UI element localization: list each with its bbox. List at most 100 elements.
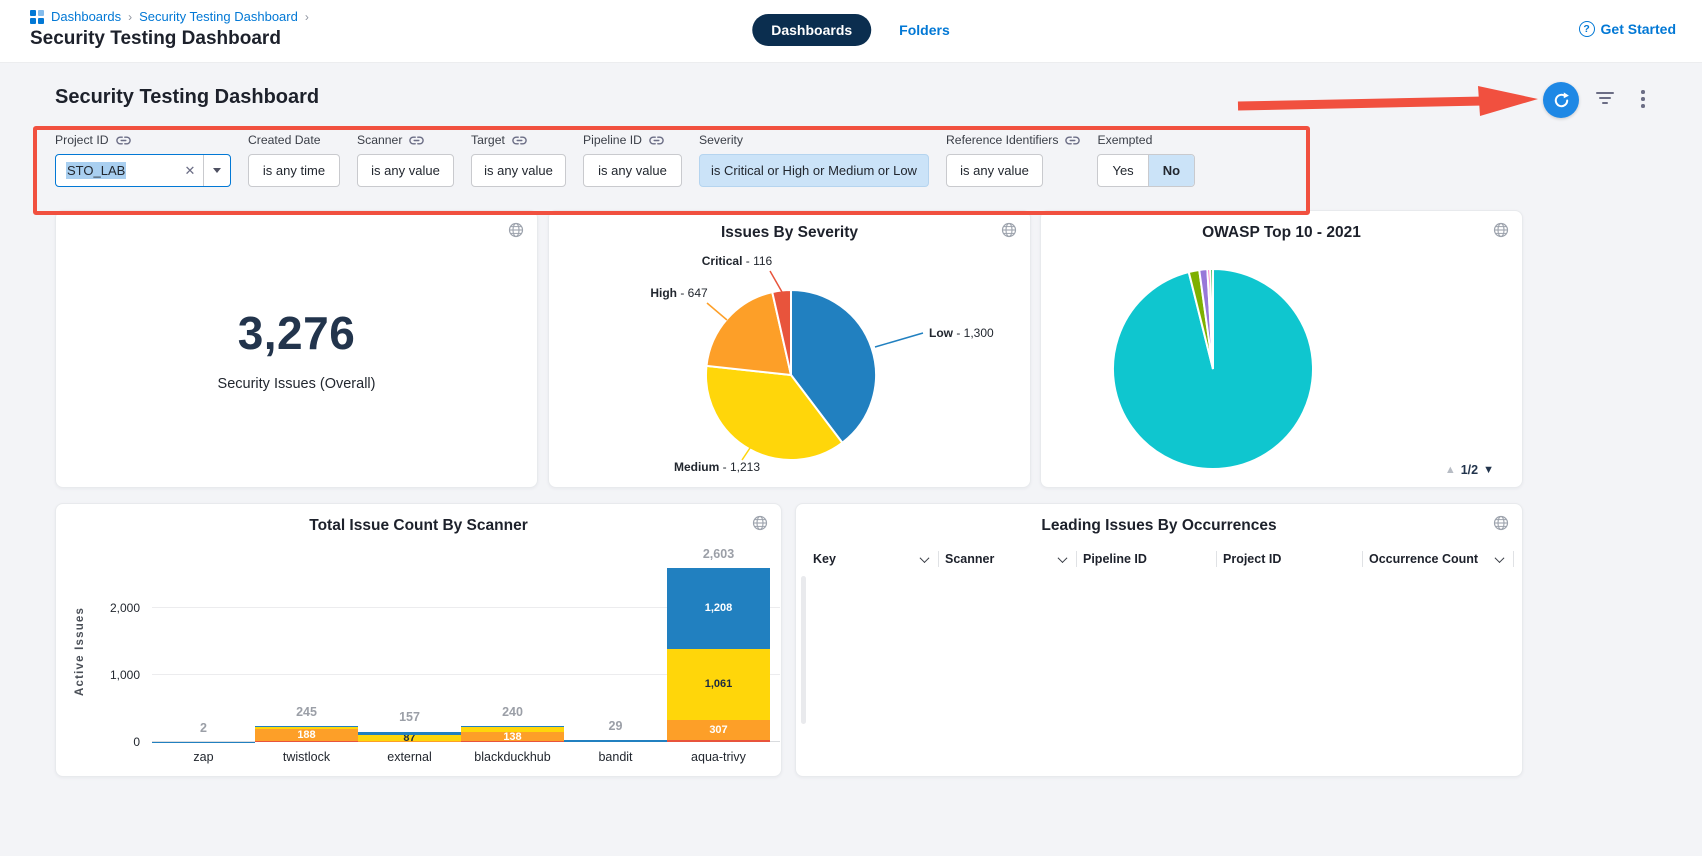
breadcrumb: Dashboards › Security Testing Dashboard …: [30, 9, 309, 24]
chart-title-by-scanner: Total Issue Count By Scanner: [56, 517, 781, 535]
bar-total-label: 2: [152, 721, 255, 735]
bar-total-label: 29: [564, 719, 667, 733]
total-issues-value: 3,276: [238, 306, 356, 360]
sort-chevron-icon[interactable]: [920, 553, 930, 563]
filter-scanner-label: Scanner: [357, 133, 402, 147]
column-label: Occurrence Count: [1369, 552, 1478, 566]
link-icon[interactable]: [1065, 136, 1080, 145]
filter-severity-label: Severity: [699, 133, 743, 147]
scanner-bar-chart[interactable]: 01,0002,0002zap188245twistlock87157exter…: [152, 554, 770, 742]
bar-zap[interactable]: 2zap: [152, 554, 255, 742]
column-header-key[interactable]: Key: [807, 551, 939, 567]
link-icon[interactable]: [512, 136, 527, 145]
pager-down-icon[interactable]: ▼: [1483, 464, 1494, 476]
tab-folders[interactable]: Folders: [899, 22, 950, 38]
link-icon[interactable]: [116, 136, 131, 145]
bar-total-label: 2,603: [667, 547, 770, 561]
clear-icon[interactable]: ✕: [177, 163, 203, 179]
page-title: Security Testing Dashboard: [30, 28, 281, 50]
bar-bandit[interactable]: 29bandit: [564, 554, 667, 742]
link-icon[interactable]: [409, 136, 424, 145]
owasp-pager: ▲ 1/2 ▼: [1445, 463, 1494, 477]
pipeline-id-value[interactable]: is any value: [583, 154, 682, 187]
dashboard-filter-button[interactable]: [1596, 92, 1614, 107]
breadcrumb-current-dashboard[interactable]: Security Testing Dashboard: [139, 9, 298, 24]
bar-total-label: 240: [461, 705, 564, 719]
segment-low[interactable]: [461, 726, 564, 727]
chart-title-leading-issues: Leading Issues By Occurrences: [796, 517, 1522, 535]
more-options-button[interactable]: [1641, 90, 1645, 111]
exempted-no-option[interactable]: No: [1148, 155, 1194, 186]
globe-icon: [1001, 222, 1017, 238]
exempted-toggle: Yes No: [1097, 154, 1195, 187]
svg-text:Low - 1,300: Low - 1,300: [929, 326, 994, 340]
breadcrumb-dashboards[interactable]: Dashboards: [51, 9, 121, 24]
link-icon[interactable]: [649, 136, 664, 145]
top-bar: Dashboards › Security Testing Dashboard …: [0, 0, 1702, 63]
filter-severity: Severity is Critical or High or Medium o…: [699, 133, 929, 187]
dropdown-button[interactable]: [204, 168, 230, 173]
issues-by-severity-pie[interactable]: Low - 1,300Medium - 1,213High - 647Criti…: [549, 245, 1032, 487]
category-label: blackduckhub: [461, 750, 564, 764]
tab-dashboards[interactable]: Dashboards: [752, 14, 871, 46]
filter-exempted: Exempted Yes No: [1097, 133, 1195, 187]
globe-icon: [752, 515, 768, 531]
card-total-issue-count-by-scanner: Total Issue Count By Scanner Active Issu…: [55, 503, 782, 777]
svg-text:Medium - 1,213: Medium - 1,213: [674, 460, 760, 474]
filter-reference-identifiers-label: Reference Identifiers: [946, 133, 1058, 147]
filter-reference-identifiers: Reference Identifiers is any value: [946, 133, 1080, 187]
column-header-scanner[interactable]: Scanner: [939, 551, 1077, 567]
breadcrumb-separator: ›: [305, 10, 309, 24]
exempted-yes-option[interactable]: Yes: [1098, 155, 1147, 186]
target-value[interactable]: is any value: [471, 154, 566, 187]
dashboard-title: Security Testing Dashboard: [55, 86, 319, 109]
chart-title-owasp: OWASP Top 10 - 2021: [1041, 224, 1522, 242]
filter-pipeline-id-label: Pipeline ID: [583, 133, 642, 147]
table-scrollbar[interactable]: [801, 576, 806, 724]
segment-critical[interactable]: [255, 741, 358, 742]
filter-target: Target is any value: [471, 133, 566, 187]
segment-medium[interactable]: [255, 727, 358, 729]
dashboards-grid-icon: [30, 10, 44, 24]
card-security-issues-overall: 3,276 Security Issues (Overall): [55, 210, 538, 488]
total-issues-label: Security Issues (Overall): [218, 376, 376, 392]
created-date-value[interactable]: is any time: [248, 154, 340, 187]
get-started-link[interactable]: ? Get Started: [1579, 21, 1676, 37]
bar-blackduckhub[interactable]: 138240blackduckhub: [461, 554, 564, 742]
reference-identifiers-value[interactable]: is any value: [946, 154, 1043, 187]
filter-bar: Project ID STO_LAB ✕ Created Date is any…: [55, 133, 1195, 187]
segment-medium[interactable]: [461, 727, 564, 732]
category-label: external: [358, 750, 461, 764]
segment-low[interactable]: [564, 740, 667, 742]
pager-up-icon[interactable]: ▲: [1445, 464, 1456, 476]
segment-low[interactable]: [255, 726, 358, 727]
owasp-pie[interactable]: [1041, 247, 1524, 479]
category-label: bandit: [564, 750, 667, 764]
project-id-input[interactable]: STO_LAB ✕: [55, 154, 231, 187]
category-label: aqua-trivy: [667, 750, 770, 764]
segment-low[interactable]: [358, 732, 461, 735]
project-id-value: STO_LAB: [66, 162, 126, 179]
bar-external[interactable]: 87157external: [358, 554, 461, 742]
sort-chevron-icon[interactable]: [1495, 553, 1505, 563]
column-header-pipeline-id[interactable]: Pipeline ID: [1077, 551, 1217, 567]
scanner-value[interactable]: is any value: [357, 154, 454, 187]
y-axis-label: Active Issues: [74, 607, 86, 696]
filter-pipeline-id: Pipeline ID is any value: [583, 133, 682, 187]
pager-page-indicator: 1/2: [1461, 463, 1478, 477]
chevron-down-icon: [213, 168, 221, 173]
refresh-button[interactable]: [1543, 82, 1579, 118]
column-header-project-id[interactable]: Project ID: [1217, 551, 1363, 567]
chart-title-issues-by-severity: Issues By Severity: [549, 224, 1030, 242]
column-header-occurrence-count[interactable]: Occurrence Count: [1363, 551, 1514, 567]
column-label: Project ID: [1223, 552, 1281, 566]
refresh-icon: [1552, 91, 1571, 110]
segment-critical[interactable]: [667, 740, 770, 742]
globe-icon: [1493, 222, 1509, 238]
svg-text:Critical - 116: Critical - 116: [702, 254, 773, 268]
bar-twistlock[interactable]: 188245twistlock: [255, 554, 358, 742]
bar-aqua-trivy[interactable]: 3071,0611,2082,603aqua-trivy: [667, 554, 770, 742]
category-label: twistlock: [255, 750, 358, 764]
severity-value[interactable]: is Critical or High or Medium or Low: [699, 154, 929, 187]
sort-chevron-icon[interactable]: [1058, 553, 1068, 563]
